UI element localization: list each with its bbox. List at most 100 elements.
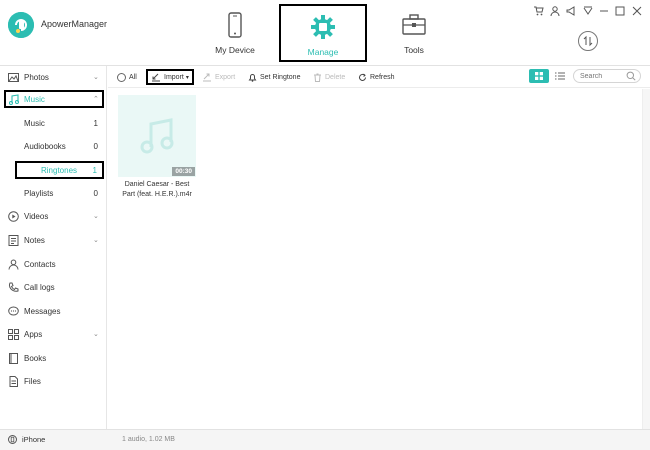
import-icon — [151, 73, 161, 82]
status-bar: iPhone 1 audio, 1.02 MB — [0, 429, 650, 450]
file-grid: 00:30 Daniel Caesar - Best Part (feat. H… — [108, 89, 642, 429]
grid-view-button[interactable] — [529, 69, 549, 83]
sidebar-item-apps[interactable]: Apps ⌄ — [0, 325, 107, 343]
video-icon — [8, 210, 19, 222]
tab-tools[interactable]: Tools — [370, 4, 458, 62]
item-count: 0 — [93, 141, 98, 151]
device-status[interactable]: iPhone — [8, 435, 45, 444]
export-icon — [202, 73, 212, 82]
set-ringtone-label: Set Ringtone — [260, 73, 301, 81]
sidebar-item-label: Contacts — [24, 259, 56, 269]
sidebar-item-books[interactable]: Books — [0, 349, 107, 367]
device-icon — [8, 435, 17, 444]
close-icon[interactable] — [631, 5, 642, 16]
item-count: 0 — [93, 188, 98, 198]
sidebar-subitem-playlists[interactable]: Playlists 0 — [0, 184, 107, 202]
ringtone-card[interactable]: 00:30 Daniel Caesar - Best Part (feat. H… — [118, 95, 196, 200]
trash-icon — [313, 73, 322, 82]
search-icon[interactable] — [626, 71, 636, 81]
delete-button[interactable]: Delete — [313, 69, 345, 85]
sidebar-item-label: Photos — [24, 72, 49, 82]
contact-icon — [8, 259, 19, 270]
music-note-icon — [8, 93, 19, 105]
sidebar-item-label: Files — [24, 376, 41, 386]
app-name: ApowerManager — [41, 19, 108, 29]
refresh-label: Refresh — [370, 73, 395, 81]
chevron-down-icon: ⌄ — [93, 213, 99, 220]
sidebar-subitem-audiobooks[interactable]: Audiobooks 0 — [0, 137, 107, 155]
app-header: ApowerManager My Device Manage Tools — [0, 0, 650, 66]
chevron-down-icon: ⌄ — [93, 237, 99, 244]
import-label: Import — [164, 73, 184, 81]
phone-icon — [228, 12, 242, 38]
delete-label: Delete — [325, 73, 346, 81]
refresh-icon — [358, 73, 367, 82]
apps-icon — [8, 328, 19, 340]
sidebar-item-files[interactable]: Files — [0, 372, 107, 390]
export-button[interactable]: Export — [202, 69, 235, 85]
transfer-arrows-icon — [583, 35, 593, 47]
sidebar-item-label: Books — [24, 353, 47, 363]
export-label: Export — [215, 73, 236, 81]
chevron-up-icon: ⌃ — [93, 96, 99, 103]
phone-call-icon — [8, 282, 19, 293]
import-button[interactable]: Import ▾ — [146, 69, 194, 85]
sidebar-item-label: Notes — [24, 235, 45, 245]
device-name: iPhone — [22, 435, 46, 444]
sidebar-item-contacts[interactable]: Contacts — [0, 255, 107, 273]
refresh-button[interactable]: Refresh — [358, 69, 395, 85]
sidebar-subitem-ringtones[interactable]: Ringtones 1 — [15, 161, 104, 179]
set-ringtone-button[interactable]: Set Ringtone — [248, 69, 300, 85]
sidebar-item-label: Audiobooks — [24, 141, 66, 151]
item-count: 1 — [92, 165, 97, 175]
select-all-label: All — [129, 73, 137, 81]
user-icon[interactable] — [549, 5, 560, 16]
chevron-down-icon: ⌄ — [93, 331, 99, 338]
sidebar-item-videos[interactable]: Videos ⌄ — [0, 207, 107, 225]
minimize-icon[interactable] — [598, 5, 609, 16]
message-icon — [8, 306, 19, 317]
music-note-icon — [140, 118, 174, 154]
menu-icon[interactable] — [582, 5, 593, 16]
audio-thumbnail: 00:30 — [118, 95, 196, 177]
sidebar-item-label: Playlists — [24, 188, 54, 198]
tab-label: Manage — [307, 47, 339, 57]
tab-my-device[interactable]: My Device — [191, 4, 279, 62]
duration-badge: 00:30 — [172, 167, 195, 176]
sidebar-subitem-music[interactable]: Music 1 — [0, 114, 107, 132]
file-icon — [8, 375, 19, 387]
bell-icon — [248, 73, 257, 82]
tab-manage[interactable]: Manage — [279, 4, 367, 62]
storage-summary: 1 audio, 1.02 MB — [122, 436, 175, 443]
sidebar-item-messages[interactable]: Messages — [0, 302, 107, 320]
list-icon — [555, 72, 565, 80]
scrollbar[interactable] — [642, 89, 650, 429]
select-all-button[interactable]: All — [117, 69, 137, 85]
book-icon — [8, 352, 19, 364]
sidebar-item-notes[interactable]: Notes ⌄ — [0, 231, 107, 249]
sidebar: Photos ⌄ Music ⌃ Music 1 Audiobooks 0 Ri… — [0, 66, 107, 429]
megaphone-icon[interactable] — [565, 5, 576, 16]
sidebar-item-music[interactable]: Music ⌃ — [4, 90, 104, 108]
app-logo-icon — [8, 12, 34, 38]
item-count: 1 — [93, 118, 98, 128]
sidebar-item-call-logs[interactable]: Call logs — [0, 278, 107, 296]
grid-icon — [535, 72, 543, 80]
sidebar-item-label: Call logs — [24, 282, 55, 292]
sidebar-item-label: Ringtones — [41, 165, 78, 175]
sync-button[interactable] — [578, 31, 598, 51]
sidebar-item-label: Music — [24, 118, 45, 128]
cart-icon[interactable] — [533, 5, 544, 16]
sidebar-item-label: Apps — [24, 329, 43, 339]
photo-icon — [8, 72, 19, 83]
sidebar-item-label: Messages — [24, 306, 61, 316]
sidebar-item-photos[interactable]: Photos ⌄ — [0, 68, 107, 86]
list-view-button[interactable] — [552, 69, 568, 83]
maximize-icon[interactable] — [614, 5, 625, 16]
sidebar-item-label: Music — [24, 94, 45, 104]
chevron-down-icon: ▾ — [185, 74, 189, 81]
toolbar: All Import ▾ Export Set Ringtone Delete … — [108, 66, 650, 88]
gear-icon — [311, 15, 335, 39]
notes-icon — [8, 234, 19, 246]
toolbox-icon — [402, 14, 426, 35]
